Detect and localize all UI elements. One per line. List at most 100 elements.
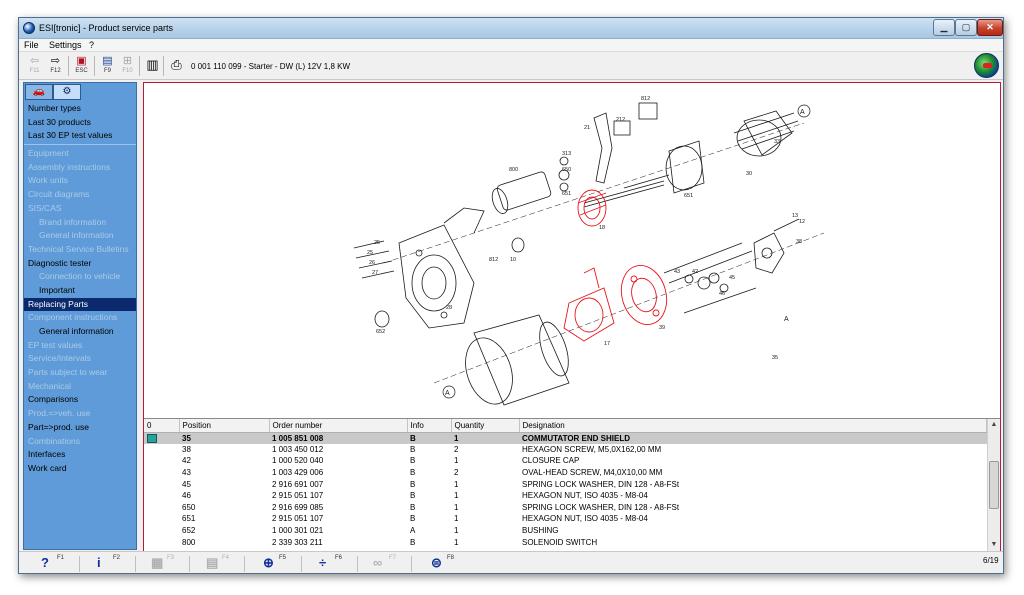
part-callout-label[interactable]: 43 (674, 269, 680, 275)
sidebar-item-last-30-products[interactable]: Last 30 products (24, 116, 136, 130)
scroll-thumb[interactable] (989, 461, 999, 509)
table-row[interactable]: 38 1 003 450 012 B 2 HEXAGON SCREW, M5,0X162… (144, 444, 987, 456)
sidebar-item-general-information[interactable]: General information (24, 325, 136, 339)
part-callout-label[interactable]: 46 (719, 291, 725, 297)
exit-button[interactable]: ▣ ESC (72, 55, 91, 77)
document-list-button[interactable]: ▤ F9 (98, 55, 117, 77)
sidebar-item-work-units[interactable]: Work units (24, 174, 136, 188)
sidebar-item-general-information[interactable]: General information (24, 229, 136, 243)
column-header[interactable]: Quantity (451, 419, 520, 433)
part-callout-label[interactable]: 800 (509, 167, 518, 173)
sidebar-item-work-card[interactable]: Work card (24, 462, 136, 476)
part-callout-label[interactable]: 212 (616, 117, 625, 123)
part-callout-label[interactable]: 42 (692, 269, 698, 275)
part-callout-label[interactable]: 812 (641, 96, 650, 102)
menu-settings[interactable]: Settings (49, 40, 82, 50)
tree-button[interactable]: ⊞ F10 (118, 55, 137, 77)
sidebar-item-ep-test-values[interactable]: EP test values (24, 339, 136, 353)
sidebar-item-assembly-instructions[interactable]: Assembly instructions (24, 161, 136, 175)
part-callout-label[interactable]: 45 (729, 275, 735, 281)
part-callout-label[interactable]: 12 (799, 219, 805, 225)
sidebar-item-prod-veh-use[interactable]: Prod.=>veh. use (24, 407, 136, 421)
sidebar-item-comparisons[interactable]: Comparisons (24, 393, 136, 407)
table-row[interactable]: 652 1 000 301 021 A 1 BUSHING (144, 525, 987, 537)
part-callout-label[interactable]: A (784, 316, 789, 323)
sidebar-item-last-30-ep-test-values[interactable]: Last 30 EP test values (24, 129, 136, 143)
column-header[interactable]: 0 (144, 419, 180, 433)
part-callout-label[interactable]: 39 (659, 325, 665, 331)
table-row[interactable]: 45 2 916 691 007 B 1 SPRING LOCK WASHER, DIN… (144, 478, 987, 490)
sidebar-item-number-types[interactable]: Number types (24, 102, 136, 116)
column-header[interactable]: Designation (519, 419, 987, 433)
part-callout-label[interactable]: A (445, 390, 450, 397)
table-row[interactable]: 651 2 915 051 107 B 1 HEXAGON NUT, ISO 4035 … (144, 513, 987, 525)
sidebar-item-service-intervals[interactable]: Service/Intervals (24, 352, 136, 366)
table-row[interactable]: 43 1 003 429 006 B 2 OVAL-HEAD SCREW, M4,0X1… (144, 467, 987, 479)
sidebar-item-component-instructions[interactable]: Component instructions (24, 311, 136, 325)
forward-button[interactable]: ⇨ F12 (46, 55, 65, 77)
maximize-button[interactable]: ▢ (955, 19, 977, 36)
esi-globe-icon[interactable] (974, 53, 999, 78)
column-header[interactable]: Info (407, 419, 452, 433)
table-row[interactable]: 650 2 916 699 085 B 1 SPRING LOCK WASHER, DI… (144, 502, 987, 514)
sidebar-item-sis-cas[interactable]: SIS/CAS (24, 202, 136, 216)
part-callout-label[interactable]: 652 (376, 329, 385, 335)
part-callout-label[interactable]: 651 (684, 193, 693, 199)
part-callout-label[interactable]: 27 (372, 270, 378, 276)
sidebar-item-combinations[interactable]: Combinations (24, 435, 136, 449)
sidebar-item-diagnostic-tester[interactable]: Diagnostic tester (24, 257, 136, 271)
scroll-up-button[interactable]: ▲ (988, 419, 1000, 431)
back-button[interactable]: ⇦ F11 (25, 55, 44, 77)
function-key-f1-button[interactable]: ? F1 (39, 554, 69, 573)
print-button[interactable]: ⎙ (167, 55, 186, 77)
part-callout-label[interactable]: 18 (599, 225, 605, 231)
title-bar[interactable]: ESI[tronic] - Product service parts ▁ ▢ … (19, 18, 1003, 39)
sidebar-item-important[interactable]: Important (24, 284, 136, 298)
function-key-f6-button[interactable]: ÷ F6 (317, 554, 347, 573)
exploded-view-drawing[interactable]: A A A 33 30 25 26 27 28 652 25 800 21 212 812 313 650 651… (144, 83, 1000, 415)
menu-file[interactable]: File (24, 40, 39, 50)
part-callout-label[interactable]: 650 (562, 167, 571, 173)
part-callout-label[interactable]: 10 (510, 257, 516, 263)
table-row[interactable]: 42 1 000 520 040 B 1 CLOSURE CAP (144, 455, 987, 467)
part-callout-label[interactable]: 17 (604, 341, 610, 347)
function-key-f5-button[interactable]: ⊕ F5 (261, 554, 291, 573)
sidebar-item-mechanical[interactable]: Mechanical (24, 380, 136, 394)
minimize-button[interactable]: ▁ (933, 19, 955, 36)
part-callout-label[interactable]: 313 (562, 151, 571, 157)
sidebar-item-equipment[interactable]: Equipment (24, 147, 136, 161)
table-row[interactable]: 800 2 339 303 211 B 1 SOLENOID SWITCH (144, 536, 987, 548)
scroll-down-button[interactable]: ▼ (988, 539, 1000, 551)
function-key-f2-button[interactable]: i F2 (95, 554, 125, 573)
sidebar-item-brand-information[interactable]: Brand information (24, 216, 136, 230)
tab-vehicle[interactable]: 🚗 (25, 84, 53, 100)
part-callout-label[interactable]: 35 (772, 355, 778, 361)
part-callout-label[interactable]: 38 (796, 239, 802, 245)
part-callout-label[interactable]: 28 (446, 305, 452, 311)
part-callout-label[interactable]: 812 (489, 257, 498, 263)
part-callout-label[interactable]: 30 (746, 171, 752, 177)
close-button[interactable]: ✕ (977, 19, 1003, 36)
column-header[interactable]: Order number (269, 419, 408, 433)
part-callout-label[interactable]: 25 (374, 240, 380, 246)
column-header[interactable]: Position (179, 419, 270, 433)
sidebar-item-part-prod-use[interactable]: Part=>prod. use (24, 421, 136, 435)
function-key-f8-button[interactable]: ⊜ F8 (429, 554, 459, 573)
sidebar-item-connection-to-vehicle[interactable]: Connection to vehicle (24, 270, 136, 284)
sidebar-item-circuit-diagrams[interactable]: Circuit diagrams (24, 188, 136, 202)
sidebar-item-technical-service-bulletins[interactable]: Technical Service Bulletins (24, 243, 136, 257)
table-scrollbar[interactable]: ▲ ▼ (987, 419, 1000, 551)
part-callout-label[interactable]: 21 (584, 125, 590, 131)
table-row[interactable]: 46 2 915 051 107 B 1 HEXAGON NUT, ISO 4035 -… (144, 490, 987, 502)
sidebar-item-replacing-parts[interactable]: Replacing Parts (24, 297, 136, 312)
part-callout-label[interactable]: 13 (792, 213, 798, 219)
sidebar-item-interfaces[interactable]: Interfaces (24, 448, 136, 462)
function-key-f7-button[interactable]: ∞ F7 (371, 554, 401, 573)
document-button[interactable]: ▥ (143, 55, 162, 77)
part-callout-label[interactable]: 25 (367, 250, 373, 256)
part-callout-label[interactable]: 33 (774, 139, 780, 145)
tab-component[interactable]: ⚙ (53, 84, 81, 100)
table-row[interactable]: 35 1 005 851 008 B 1 COMMUTATOR END SHIELD (144, 432, 987, 444)
sidebar-item-parts-subject-to-wear[interactable]: Parts subject to wear (24, 366, 136, 380)
function-key-f3-button[interactable]: ▦ F3 (149, 554, 179, 573)
